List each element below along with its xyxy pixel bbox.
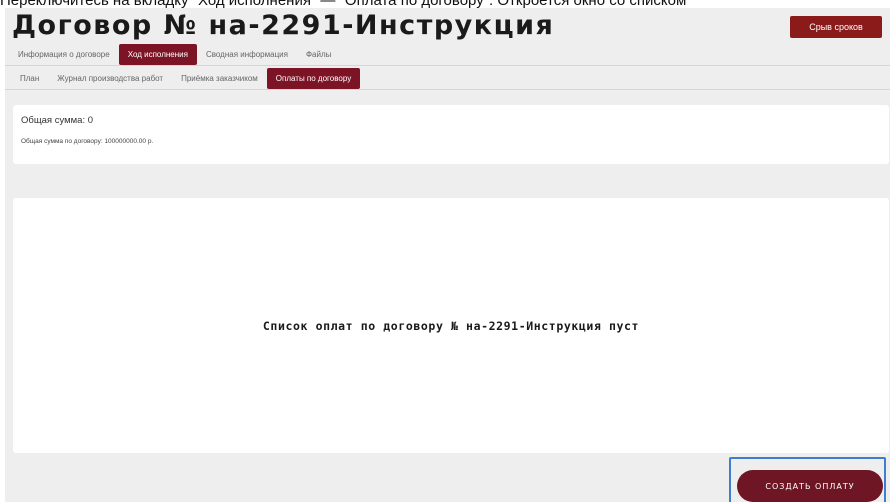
subtab-work-log[interactable]: Журнал производства работ [48, 68, 172, 89]
tab-files[interactable]: Файлы [297, 44, 340, 65]
instruction-text-cutoff: Переключитесь на вкладку "Ход исполнения… [0, 0, 890, 8]
subtab-payments[interactable]: Оплаты по договору [266, 68, 361, 89]
app-container: Договор № на-2291-Инструкция Срыв сроков… [5, 8, 890, 502]
subtabs-divider [5, 89, 890, 90]
create-payment-button[interactable]: СОЗДАТЬ ОПЛАТУ [737, 470, 883, 502]
subtab-plan[interactable]: План [11, 68, 48, 89]
tab-contract-info[interactable]: Информация о договоре [9, 44, 119, 65]
empty-list-message: Список оплат по договору № на-2291-Инстр… [262, 318, 640, 333]
subtab-acceptance[interactable]: Приёмка заказчиком [172, 68, 267, 89]
tabs-divider [5, 65, 890, 66]
sub-tabs: План Журнал производства работ Приёмка з… [11, 68, 361, 89]
total-sum: Общая сумма: 0 [21, 115, 94, 126]
page-title: Договор № на-2291-Инструкция [12, 10, 555, 41]
summary-card: Общая сумма: 0 Общая сумма по договору: … [13, 105, 889, 164]
tab-summary-info[interactable]: Сводная информация [197, 44, 297, 65]
tab-execution[interactable]: Ход исполнения [118, 44, 197, 65]
delay-button[interactable]: Срыв сроков [790, 16, 882, 38]
payments-list: Список оплат по договору № на-2291-Инстр… [13, 198, 889, 453]
main-tabs: Информация о договоре Ход исполнения Сво… [9, 44, 340, 65]
contract-total-sum: Общая сумма по договору: 100000000.00 р. [21, 138, 154, 145]
